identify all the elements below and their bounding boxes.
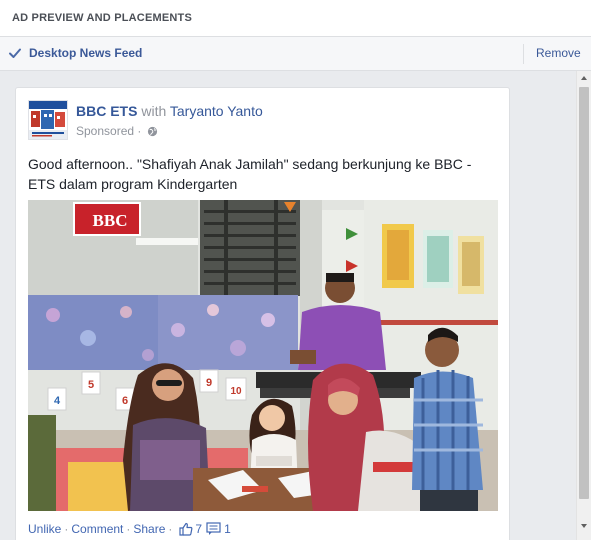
comment-link[interactable]: Comment [71, 522, 123, 536]
scrollbar-thumb[interactable] [579, 87, 589, 499]
unlike-link[interactable]: Unlike [28, 522, 61, 536]
like-count[interactable]: 7 [195, 522, 202, 536]
sponsored-label: Sponsored [76, 124, 135, 138]
remove-link[interactable]: Remove [536, 46, 581, 60]
sponsored-line: Sponsored · [76, 124, 158, 138]
tagged-user-link[interactable]: Taryanto Yanto [170, 103, 263, 119]
banner-logo-text: BBC [93, 211, 128, 230]
separator-dot: · [64, 522, 69, 536]
scroll-up-arrow-icon[interactable] [577, 71, 591, 85]
ad-post-card: BBC ETS with Taryanto Yanto Sponsored · … [15, 87, 510, 540]
post-text: Good afternoon.. "Shafiyah Anak Jamilah"… [28, 156, 472, 192]
share-link[interactable]: Share [133, 522, 165, 536]
post-photo[interactable]: BBC 5 4 6 9 10 [28, 200, 498, 511]
wall-number: 5 [88, 379, 94, 391]
placement-label[interactable]: Desktop News Feed [29, 46, 142, 60]
panel-title: AD PREVIEW AND PLACEMENTS [12, 12, 192, 24]
wall-number: 6 [122, 395, 128, 407]
scroll-down-arrow-icon[interactable] [577, 519, 591, 533]
comment-count[interactable]: 1 [224, 522, 231, 536]
page-name-link[interactable]: BBC ETS [76, 103, 137, 119]
thumbs-up-icon[interactable] [179, 522, 193, 536]
ad-preview-area: BBC ETS with Taryanto Yanto Sponsored · … [0, 71, 576, 540]
separator-dot: · [126, 522, 131, 536]
post-actions: Unlike · Comment · Share · 7 1 [28, 522, 231, 536]
wall-number: 10 [230, 386, 242, 397]
comment-icon[interactable] [206, 522, 222, 536]
check-icon [9, 48, 21, 58]
separator-dot: · [168, 522, 173, 536]
post-header: BBC ETS with Taryanto Yanto [76, 103, 263, 119]
globe-icon [147, 126, 157, 137]
with-text: with [141, 103, 167, 119]
panel-header: AD PREVIEW AND PLACEMENTS [0, 0, 591, 37]
wall-number: 9 [206, 377, 212, 389]
page-avatar[interactable] [28, 100, 68, 140]
scrollbar[interactable] [576, 71, 591, 540]
separator-dot: · [137, 124, 142, 138]
placement-bar: Desktop News Feed Remove [0, 37, 591, 71]
divider [523, 44, 524, 64]
wall-number: 4 [54, 395, 61, 407]
